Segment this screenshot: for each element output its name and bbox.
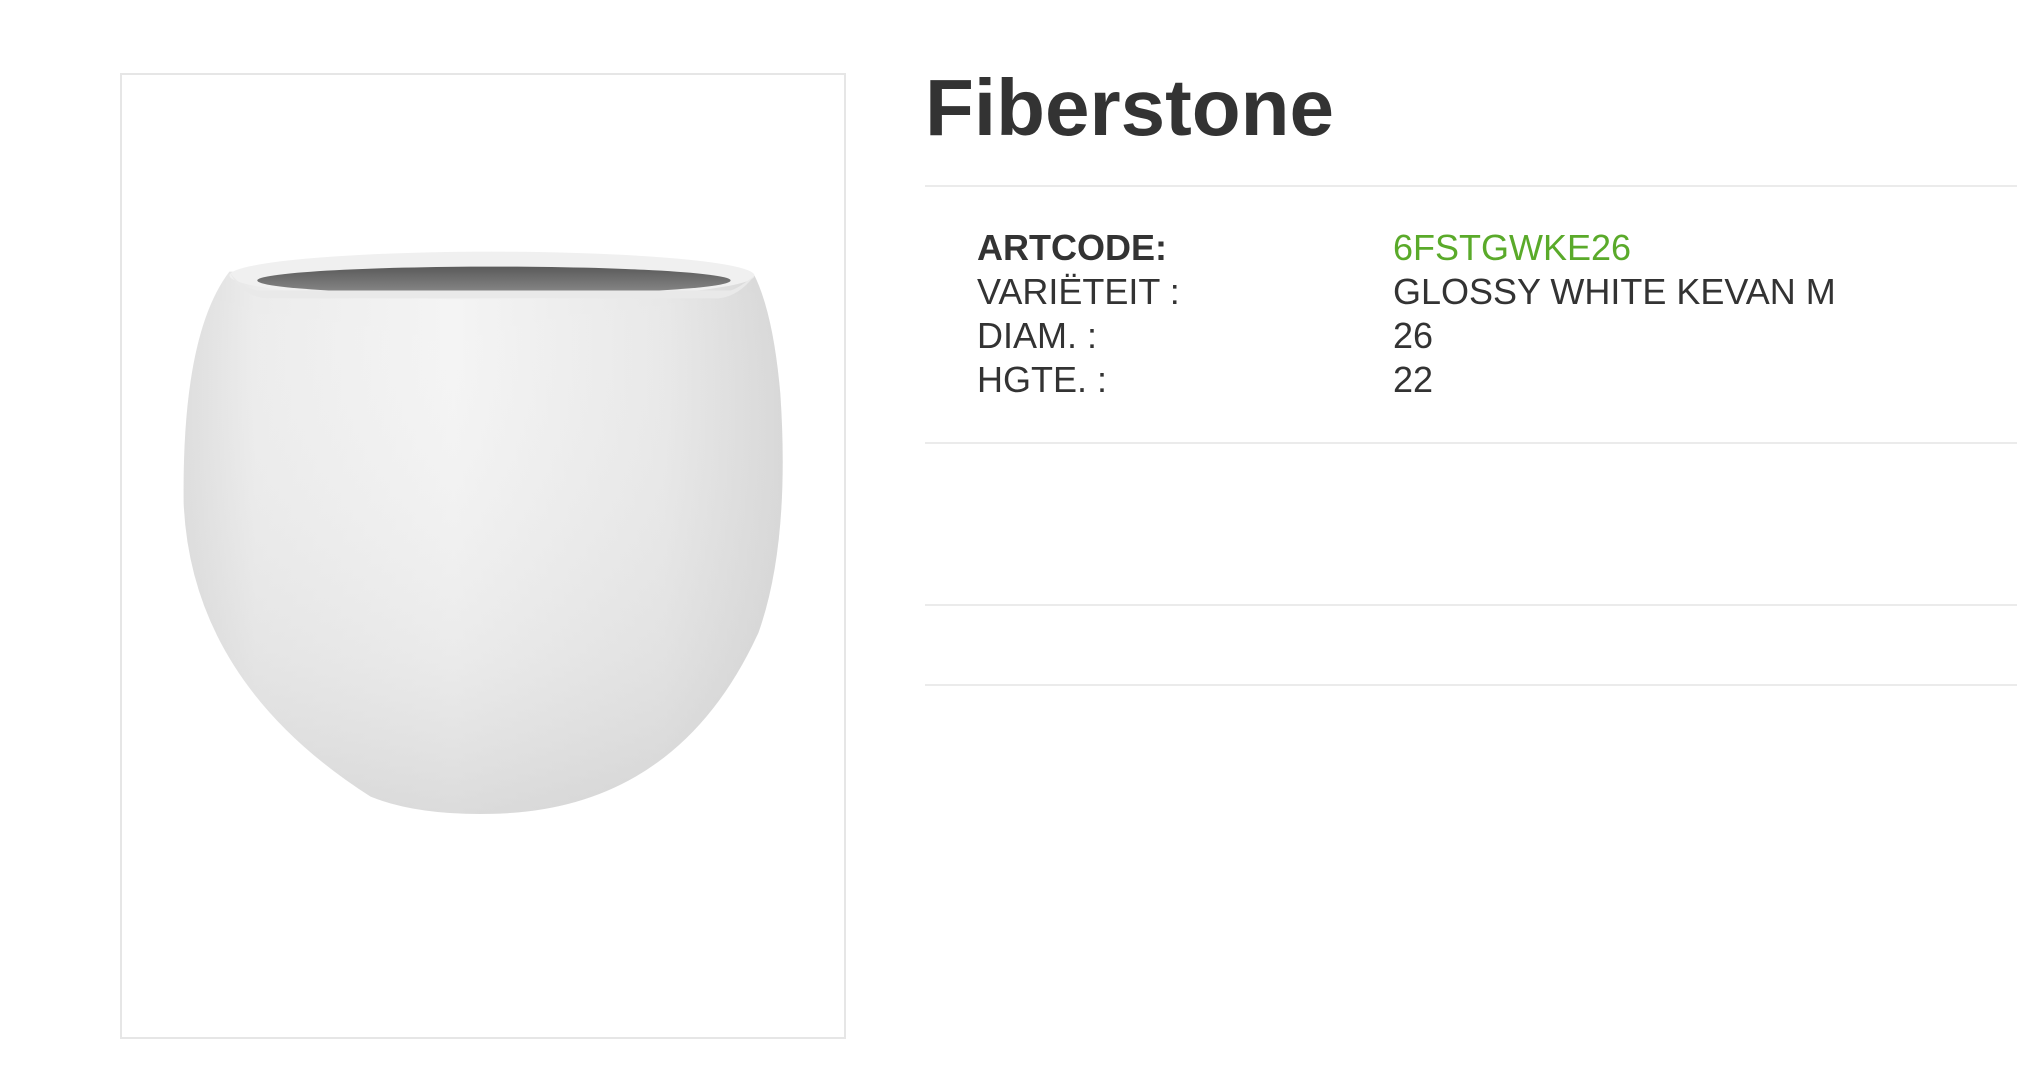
spec-row-height: HGTE. : 22 <box>977 358 1977 402</box>
spec-value-variety: GLOSSY WHITE KEVAN M <box>1393 271 1836 312</box>
spec-label-height: HGTE. : <box>977 359 1108 400</box>
spec-value-height: 22 <box>1393 359 1434 400</box>
divider-middle <box>925 442 2017 444</box>
divider-top <box>925 185 2017 187</box>
product-image-frame[interactable] <box>120 73 846 1039</box>
spec-label-variety: VARIËTEIT : <box>977 271 1180 312</box>
pot-opening <box>257 266 731 295</box>
divider-lower <box>925 604 2017 606</box>
spec-row-artcode: ARTCODE: 6FSTGWKE26 <box>977 226 1977 270</box>
spec-row-variety: VARIËTEIT : GLOSSY WHITE KEVAN M <box>977 270 1977 314</box>
spec-value-artcode: 6FSTGWKE26 <box>1393 227 1632 268</box>
spec-value-diameter: 26 <box>1393 315 1434 356</box>
spec-label-artcode: ARTCODE: <box>977 227 1167 268</box>
spec-row-diameter: DIAM. : 26 <box>977 314 1977 358</box>
product-image <box>183 251 783 814</box>
spec-label-diameter: DIAM. : <box>977 315 1098 356</box>
divider-bottom <box>925 684 2017 686</box>
spec-table: ARTCODE: 6FSTGWKE26 VARIËTEIT : GLOSSY W… <box>977 226 1977 402</box>
product-title: Fiberstone <box>925 63 1334 152</box>
